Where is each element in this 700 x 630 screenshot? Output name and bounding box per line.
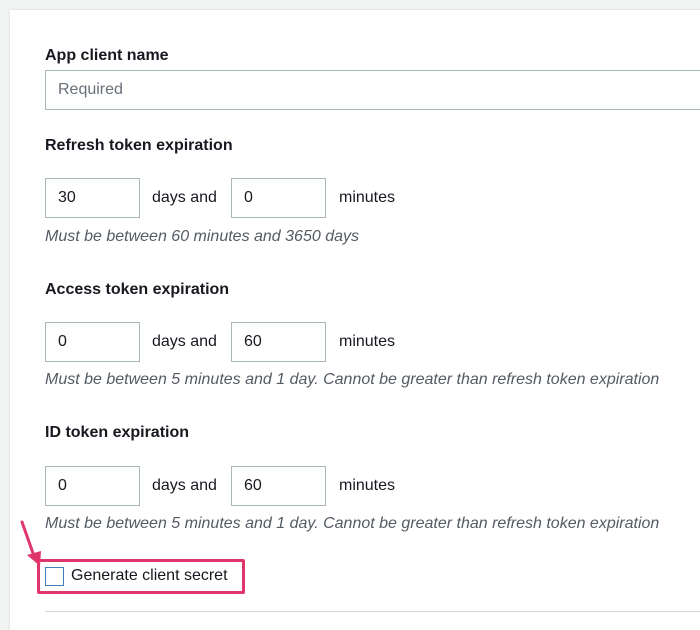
access-token-minutes-input[interactable] [231,322,326,362]
id-token-days-input[interactable] [45,466,140,506]
id-token-expiration-label: ID token expiration [45,424,190,441]
refresh-days-and-text: days and [152,189,217,206]
access-minutes-text: minutes [339,333,396,350]
refresh-minutes-text: minutes [339,189,396,206]
generate-client-secret-checkbox[interactable] [45,567,64,586]
id-minutes-text: minutes [339,477,396,494]
section-divider [45,611,700,612]
id-token-hint: Must be between 5 minutes and 1 day. Can… [45,515,660,532]
refresh-token-expiration-label: Refresh token expiration [45,137,233,154]
refresh-token-hint: Must be between 60 minutes and 3650 days [45,228,359,245]
id-days-and-text: days and [152,477,217,494]
access-token-hint: Must be between 5 minutes and 1 day. Can… [45,371,660,388]
access-token-days-input[interactable] [45,322,140,362]
access-token-expiration-label: Access token expiration [45,281,230,298]
app-client-name-label: App client name [45,47,169,64]
app-client-name-input[interactable] [45,70,700,110]
refresh-token-days-input[interactable] [45,178,140,218]
generate-client-secret-label[interactable]: Generate client secret [71,567,228,585]
refresh-token-minutes-input[interactable] [231,178,326,218]
access-days-and-text: days and [152,333,217,350]
id-token-minutes-input[interactable] [231,466,326,506]
